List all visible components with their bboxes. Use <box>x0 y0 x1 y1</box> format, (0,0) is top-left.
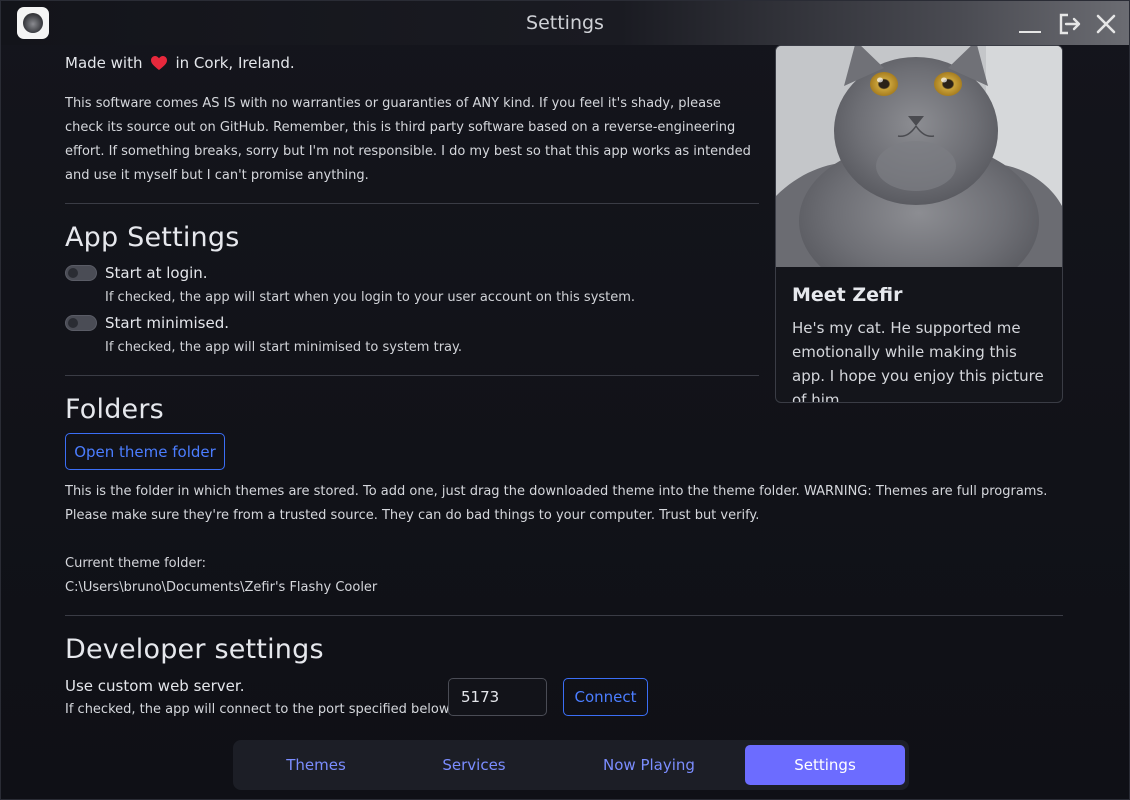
start-at-login-label[interactable]: Start at login. <box>105 264 208 282</box>
start-minimised-label[interactable]: Start minimised. <box>105 314 229 332</box>
developer-settings-heading: Developer settings <box>65 634 324 665</box>
start-at-login-help: If checked, the app will start when you … <box>105 290 636 305</box>
current-folder-path: C:\Users\bruno\Documents\Zefir's Flashy … <box>65 580 378 595</box>
start-minimised-help: If checked, the app will start minimised… <box>105 340 462 355</box>
tab-themes[interactable]: Themes <box>241 745 391 785</box>
made-with-suffix: in Cork, Ireland. <box>175 54 295 72</box>
app-window: Settings Made with in Cork, Ireland. Thi… <box>0 0 1130 800</box>
made-with-line: Made with in Cork, Ireland. <box>65 54 295 72</box>
folders-description: This is the folder in which themes are s… <box>65 484 1048 523</box>
folders-heading: Folders <box>65 394 164 425</box>
divider <box>65 615 1063 616</box>
start-minimised-row[interactable]: Start minimised. <box>65 314 229 332</box>
made-with-prefix: Made with <box>65 54 143 72</box>
start-minimised-toggle[interactable] <box>65 315 97 331</box>
card-text: He's my cat. He supported me emotionally… <box>792 319 1044 403</box>
cat-photo <box>776 46 1062 267</box>
card-title: Meet Zefir <box>792 284 903 306</box>
port-input[interactable]: 5173 <box>448 678 547 716</box>
minimize-icon[interactable] <box>1017 11 1043 37</box>
tab-now-playing[interactable]: Now Playing <box>567 745 731 785</box>
connect-button[interactable]: Connect <box>563 678 648 716</box>
window-title: Settings <box>526 12 604 34</box>
custom-server-label: Use custom web server. <box>65 677 245 695</box>
current-folder-label: Current theme folder: <box>65 556 206 571</box>
tab-services[interactable]: Services <box>399 745 549 785</box>
divider <box>65 203 759 204</box>
heart-icon <box>150 55 168 71</box>
custom-server-help: If checked, the app will connect to the … <box>65 702 453 717</box>
close-icon[interactable] <box>1093 11 1119 37</box>
meet-zefir-card: Meet Zefir He's my cat. He supported me … <box>775 45 1063 403</box>
divider <box>65 375 759 376</box>
start-at-login-row[interactable]: Start at login. <box>65 264 208 282</box>
open-theme-folder-button[interactable]: Open theme folder <box>65 433 225 470</box>
app-settings-heading: App Settings <box>65 222 240 253</box>
start-at-login-toggle[interactable] <box>65 265 97 281</box>
disclaimer-text: This software comes AS IS with no warran… <box>65 96 751 183</box>
logout-icon[interactable] <box>1057 11 1083 37</box>
bottom-tab-bar: Themes Services Now Playing Settings <box>233 740 909 790</box>
tab-settings[interactable]: Settings <box>745 745 905 785</box>
title-bar[interactable]: Settings <box>1 1 1129 45</box>
